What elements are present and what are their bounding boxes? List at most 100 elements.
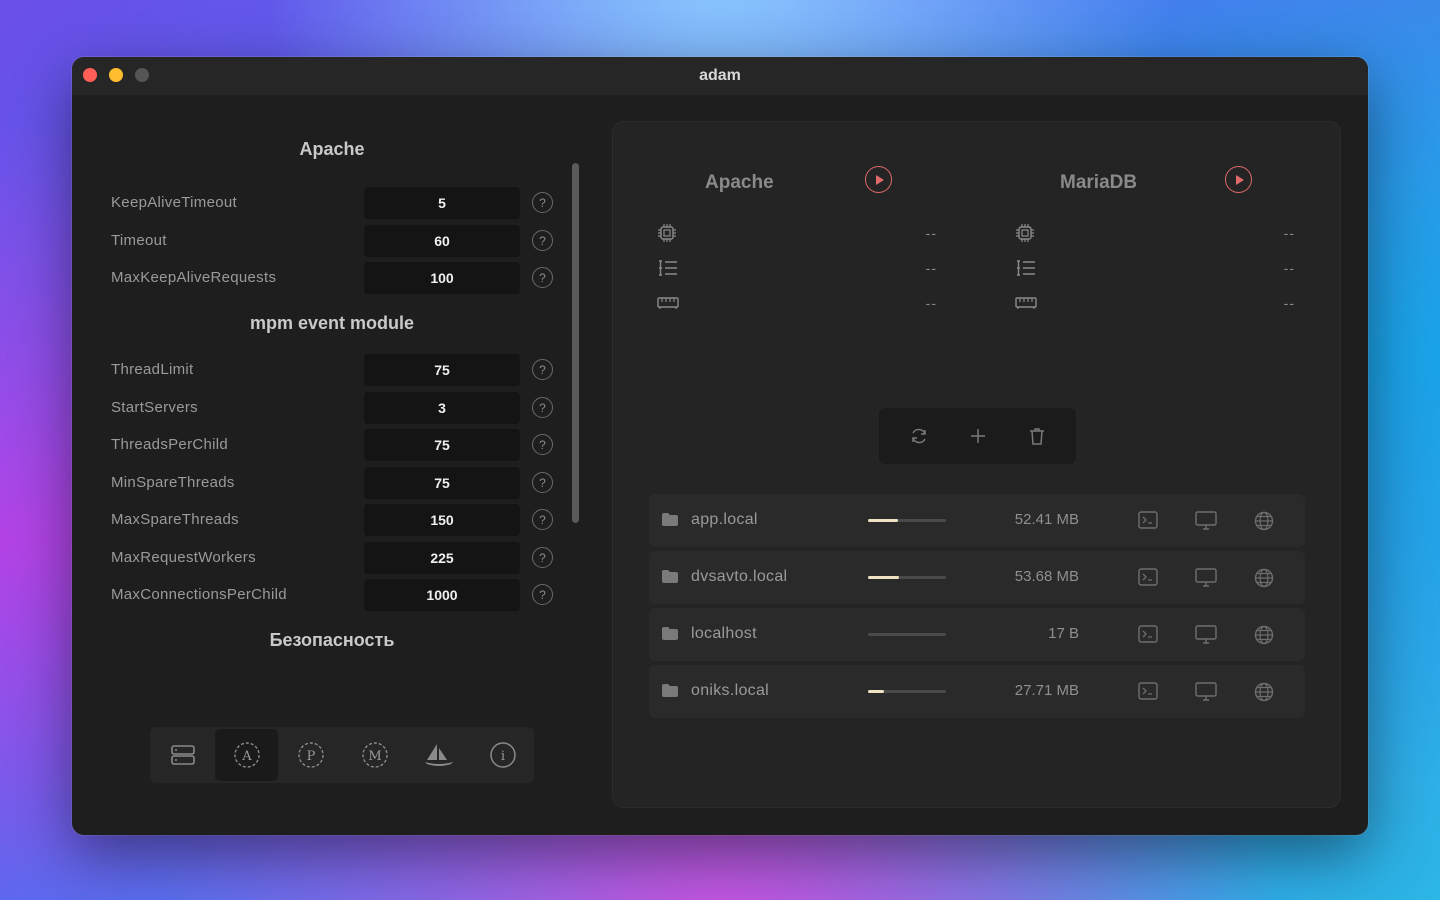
host-row[interactable]: localhost 17 B <box>649 608 1305 661</box>
host-name: localhost <box>691 625 757 642</box>
folder-icon <box>662 627 678 640</box>
setting-input-maxsparethreads[interactable]: 150 <box>364 504 520 536</box>
folder-icon <box>662 684 678 697</box>
plus-icon[interactable] <box>968 426 988 446</box>
setting-input-minsparethreads[interactable]: 75 <box>364 467 520 499</box>
help-icon[interactable]: ? <box>532 192 553 213</box>
setting-input-keepalivetimeout[interactable]: 5 <box>364 187 520 219</box>
globe-icon[interactable] <box>1254 625 1274 645</box>
setting-input-threadlimit[interactable]: 75 <box>364 354 520 386</box>
help-icon[interactable]: ? <box>532 584 553 605</box>
app-window: adam Apache KeepAliveTimeout 5 ? Timeout… <box>72 57 1368 835</box>
info-glyph: i <box>500 749 504 764</box>
usage-bar <box>868 576 946 579</box>
setting-input-maxconnectionsperchild[interactable]: 1000 <box>364 579 520 611</box>
setting-row: StartServers 3 ? <box>111 392 561 424</box>
section-title-mpm: mpm event module <box>249 313 415 333</box>
title-bar: adam <box>72 57 1368 95</box>
monitor-icon[interactable] <box>1195 568 1217 588</box>
setting-label: MaxRequestWorkers <box>111 549 256 566</box>
apache-glyph: A <box>241 749 252 764</box>
host-name: oniks.local <box>691 682 770 699</box>
folder-icon <box>662 570 678 583</box>
apache-play-button[interactable] <box>865 166 892 193</box>
setting-label: MaxKeepAliveRequests <box>111 269 277 286</box>
terminal-icon[interactable] <box>1138 568 1158 586</box>
monitor-icon[interactable] <box>1195 682 1217 702</box>
nav-button-mariadb[interactable]: M <box>343 729 406 781</box>
nav-button-info[interactable]: i <box>471 729 534 781</box>
help-icon[interactable]: ? <box>532 547 553 568</box>
list-icon <box>1017 260 1035 276</box>
help-icon[interactable]: ? <box>532 509 553 530</box>
server-icon <box>170 745 195 765</box>
help-icon[interactable]: ? <box>532 434 553 455</box>
section-title-security: Безопасность <box>269 630 395 650</box>
terminal-icon[interactable] <box>1138 682 1158 700</box>
terminal-icon[interactable] <box>1138 625 1158 643</box>
memory-icon <box>657 297 679 309</box>
setting-input-timeout[interactable]: 60 <box>364 225 520 257</box>
setting-label: MaxConnectionsPerChild <box>111 586 287 603</box>
setting-row: KeepAliveTimeout 5 ? <box>111 187 561 219</box>
window-title: adam <box>699 67 741 84</box>
memory-icon <box>1015 297 1037 309</box>
setting-label: MaxSpareThreads <box>111 511 239 528</box>
nav-button-apache[interactable]: A <box>215 729 278 781</box>
dashboard-panel: Apache -- -- -- MariaDB -- -- -- app.loc… <box>612 121 1341 808</box>
setting-row: MaxRequestWorkers 225 ? <box>111 542 561 574</box>
setting-input-maxrequestworkers[interactable]: 225 <box>364 542 520 574</box>
host-size: 53.68 MB <box>1014 568 1079 585</box>
bottom-nav: A P M i <box>150 727 534 783</box>
zoom-button[interactable] <box>135 68 149 82</box>
setting-row: MaxConnectionsPerChild 1000 ? <box>111 579 561 611</box>
setting-label: MinSpareThreads <box>111 474 235 491</box>
mariadb-threads-value: -- <box>1283 260 1295 276</box>
service-name-mariadb: MariaDB <box>1060 172 1138 193</box>
close-button[interactable] <box>83 68 97 82</box>
terminal-icon[interactable] <box>1138 511 1158 529</box>
setting-label: ThreadLimit <box>111 361 194 378</box>
settings-panel: Apache KeepAliveTimeout 5 ? Timeout 60 ?… <box>72 95 592 835</box>
host-row[interactable]: oniks.local 27.71 MB <box>649 665 1305 718</box>
apache-threads-value: -- <box>925 260 937 276</box>
monitor-icon[interactable] <box>1195 625 1217 645</box>
info-icon: i <box>489 742 516 768</box>
nav-button-sail[interactable] <box>407 729 470 781</box>
setting-row: MaxSpareThreads 150 ? <box>111 504 561 536</box>
usage-bar <box>868 633 946 636</box>
trash-icon[interactable] <box>1027 426 1047 446</box>
setting-input-maxkeepaliverequests[interactable]: 100 <box>364 262 520 294</box>
host-row[interactable]: dvsavto.local 53.68 MB <box>649 551 1305 604</box>
help-icon[interactable]: ? <box>532 230 553 251</box>
setting-label: ThreadsPerChild <box>111 436 229 453</box>
mariadb-play-button[interactable] <box>1225 166 1252 193</box>
globe-icon[interactable] <box>1254 511 1274 531</box>
setting-input-startservers[interactable]: 3 <box>364 392 520 424</box>
help-icon[interactable]: ? <box>532 267 553 288</box>
apache-memory-value: -- <box>925 295 937 311</box>
usage-bar <box>868 690 946 693</box>
help-icon[interactable]: ? <box>532 472 553 493</box>
setting-row: MinSpareThreads 75 ? <box>111 467 561 499</box>
help-icon[interactable]: ? <box>532 397 553 418</box>
globe-icon[interactable] <box>1254 682 1274 702</box>
mariadb-memory-value: -- <box>1283 295 1295 311</box>
globe-icon[interactable] <box>1254 568 1274 588</box>
sailboat-icon <box>424 744 453 766</box>
scrollbar[interactable] <box>572 163 579 523</box>
setting-label: StartServers <box>111 399 198 416</box>
nav-button-servers[interactable] <box>151 729 214 781</box>
host-row[interactable]: app.local 52.41 MB <box>649 494 1305 547</box>
host-name: dvsavto.local <box>691 568 788 585</box>
refresh-icon[interactable] <box>909 426 929 446</box>
php-p-icon: P <box>297 742 324 768</box>
monitor-icon[interactable] <box>1195 511 1217 531</box>
mariadb-m-icon: M <box>361 742 388 768</box>
cpu-icon <box>1016 224 1034 242</box>
nav-button-php[interactable]: P <box>279 729 342 781</box>
setting-input-threadsperchild[interactable]: 75 <box>364 429 520 461</box>
host-size: 27.71 MB <box>1014 682 1079 699</box>
minimize-button[interactable] <box>109 68 123 82</box>
help-icon[interactable]: ? <box>532 359 553 380</box>
